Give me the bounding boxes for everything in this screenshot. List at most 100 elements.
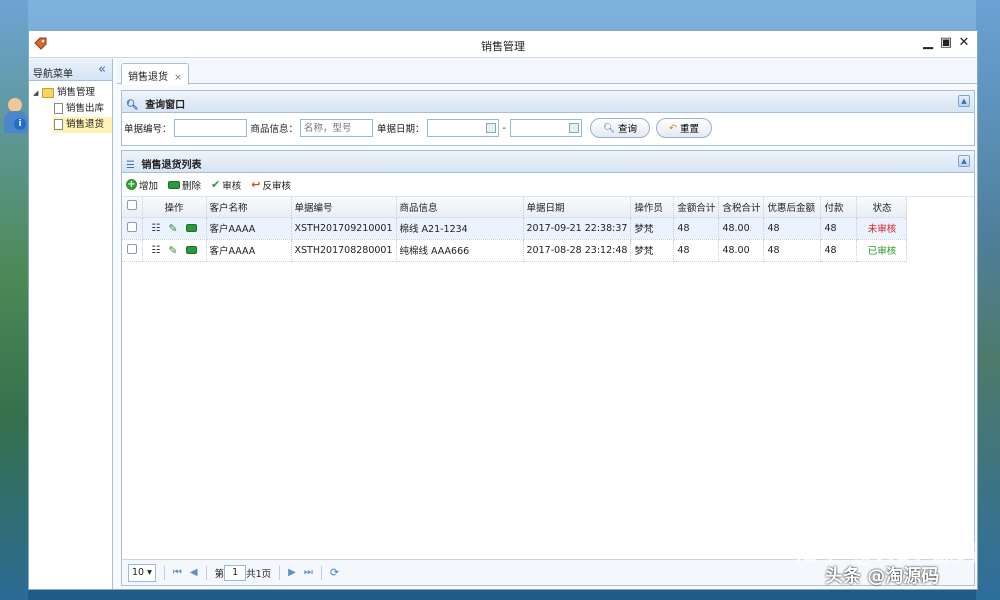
maximize-button[interactable]: ▣ (939, 35, 953, 51)
document-icon (54, 119, 63, 130)
refresh-icon[interactable]: ⟳ (330, 566, 339, 579)
page-prefix: 第 (214, 568, 225, 580)
tree-node-sales-outbound[interactable]: 销售出库 (29, 101, 112, 117)
start-date-input[interactable] (426, 119, 499, 137)
main-content: 销售退货 × 🔍︎ 查询窗口 ▲ 单据编号： 商品信息： 单据日期： - 🔍︎ (117, 60, 977, 588)
last-page-icon[interactable]: ⏭ (304, 567, 313, 578)
calendar-icon[interactable] (568, 123, 579, 133)
audit-button[interactable]: ✔ 审核 (211, 178, 241, 192)
first-page-icon[interactable]: ⏮ (173, 567, 182, 578)
desktop-user-icon[interactable]: i (4, 98, 28, 134)
delete-icon (168, 180, 181, 189)
tree-node-sales-return[interactable]: 销售退货 (53, 117, 112, 133)
end-date-input[interactable] (509, 119, 582, 137)
expand-triangle-icon[interactable]: ◢ (33, 85, 38, 101)
column-header[interactable]: 操作员 (630, 197, 675, 218)
pager-divider (320, 565, 322, 580)
collapse-panel-icon[interactable]: ▲ (958, 155, 970, 167)
tab-bar: 销售退货 × (117, 60, 977, 85)
nav-header: 导航菜单 « (29, 59, 112, 81)
add-icon: + (126, 179, 137, 190)
add-label: 增加 (139, 180, 159, 192)
sales-management-window: 销售管理 ▁ ▣ ✕ 导航菜单 « ◢ 销售管理 销售出库 销售退货 销售退货 … (28, 30, 978, 590)
row-checkbox[interactable] (126, 243, 137, 254)
tree-node-label: 销售退货 (66, 119, 105, 130)
row-actions: ☷ ✎ (151, 244, 197, 257)
date-separator: - (502, 122, 506, 134)
column-header[interactable]: 客户名称 (206, 197, 292, 218)
column-header[interactable]: 金额合计 (673, 197, 720, 218)
table-row[interactable]: ☷ ✎ 客户AAAA XSTH201708280001 纯棉线 AAA666 2… (122, 239, 908, 262)
info-icon: i (14, 118, 26, 130)
navigation-menu: 导航菜单 « ◢ 销售管理 销售出库 销售退货 (29, 59, 113, 589)
tab-sales-return[interactable]: 销售退货 × (121, 63, 189, 85)
cell-paid: 48 (820, 217, 858, 240)
pager-divider (205, 565, 207, 580)
column-header[interactable]: 优惠后金额 (763, 197, 822, 218)
column-header[interactable]: 状态 (856, 197, 908, 218)
delete-button[interactable]: 删除 (168, 178, 201, 192)
cell-date: 2017-08-28 23:12:48 (523, 239, 632, 262)
detail-list-icon[interactable]: ☷ (151, 223, 160, 234)
checkmark-icon: ✔ (211, 178, 221, 191)
date-label: 单据日期： (377, 124, 425, 135)
cell-operator: 梦梵 (630, 217, 675, 240)
search-button[interactable]: 🔍︎ 查询 (589, 118, 651, 138)
collapse-panel-icon[interactable]: ▲ (958, 95, 970, 107)
view-icon[interactable] (185, 246, 197, 254)
page-total: 共1页 (246, 568, 272, 580)
magnifier-icon: 🔍︎ (126, 100, 139, 111)
prev-page-icon[interactable]: ◀ (190, 567, 198, 578)
pager-divider (279, 565, 281, 580)
cell-amount: 48 (673, 217, 720, 240)
status-badge: 已审核 (856, 239, 908, 262)
delete-label: 删除 (182, 180, 202, 192)
select-all-checkbox[interactable] (126, 200, 137, 211)
minimize-button[interactable]: ▁ (921, 35, 935, 51)
collapse-nav-icon[interactable]: « (98, 62, 106, 77)
row-checkbox[interactable] (126, 221, 137, 232)
column-header[interactable]: 单据日期 (523, 197, 632, 218)
desktop-background-left (0, 0, 28, 600)
cell-discounted: 48 (763, 217, 822, 240)
return-list-table: 操作 客户名称 单据编号 商品信息 单据日期 操作员 金额合计 含税合计 优惠后… (122, 197, 908, 262)
query-form: 单据编号： 商品信息： 单据日期： - 🔍︎ 查询 ↶ 重置 (122, 113, 974, 143)
query-panel: 🔍︎ 查询窗口 ▲ 单据编号： 商品信息： 单据日期： - 🔍︎ 查询 ↶ (121, 90, 975, 146)
tab-close-icon[interactable]: × (174, 73, 182, 83)
edit-pencil-icon[interactable]: ✎ (168, 244, 177, 257)
goods-label: 商品信息： (250, 124, 299, 135)
goods-input[interactable] (300, 119, 374, 137)
page-size-select[interactable]: 10 ▾ (128, 563, 156, 582)
column-header[interactable]: 付款 (820, 197, 858, 218)
cell-operator: 梦梵 (630, 239, 675, 262)
reset-button-label: 重置 (680, 124, 700, 135)
unaudit-button[interactable]: ↩ 反审核 (251, 178, 291, 192)
watermark-toutiao: 头条 @淘源码 (825, 566, 940, 587)
add-button[interactable]: + 增加 (126, 178, 158, 192)
detail-list-icon[interactable]: ☷ (151, 245, 160, 256)
window-titlebar[interactable]: 销售管理 ▁ ▣ ✕ (29, 31, 977, 58)
next-page-icon[interactable]: ▶ (288, 567, 296, 578)
doc-no-input[interactable] (173, 119, 247, 137)
cell-amount: 48 (673, 239, 720, 262)
list-toolbar: + 增加 删除 ✔ 审核 ↩ 反审核 (122, 173, 974, 197)
column-header[interactable]: 单据编号 (291, 197, 397, 218)
reset-button[interactable]: ↶ 重置 (656, 118, 713, 138)
edit-pencil-icon[interactable]: ✎ (168, 222, 177, 235)
tree-node-sales-management[interactable]: ◢ 销售管理 (29, 85, 112, 101)
close-button[interactable]: ✕ (957, 35, 971, 51)
page-number-input[interactable]: 1 (224, 564, 247, 581)
cell-doc-no: XSTH201709210001 (291, 217, 397, 240)
select-all-checkbox-cell[interactable] (122, 197, 143, 218)
query-panel-title: 查询窗口 (145, 100, 186, 111)
pager-divider (163, 565, 165, 580)
tab-label: 销售退货 (128, 72, 168, 83)
column-header[interactable]: 含税合计 (718, 197, 765, 218)
query-panel-header: 🔍︎ 查询窗口 ▲ (122, 91, 974, 113)
column-header[interactable]: 商品信息 (396, 197, 524, 218)
table-row[interactable]: ☷ ✎ 客户AAAA XSTH201709210001 棉线 A21-1234 … (122, 217, 908, 240)
view-icon[interactable] (185, 224, 197, 232)
calendar-icon[interactable] (485, 123, 496, 133)
cell-paid: 48 (820, 239, 858, 262)
row-actions: ☷ ✎ (151, 222, 197, 235)
